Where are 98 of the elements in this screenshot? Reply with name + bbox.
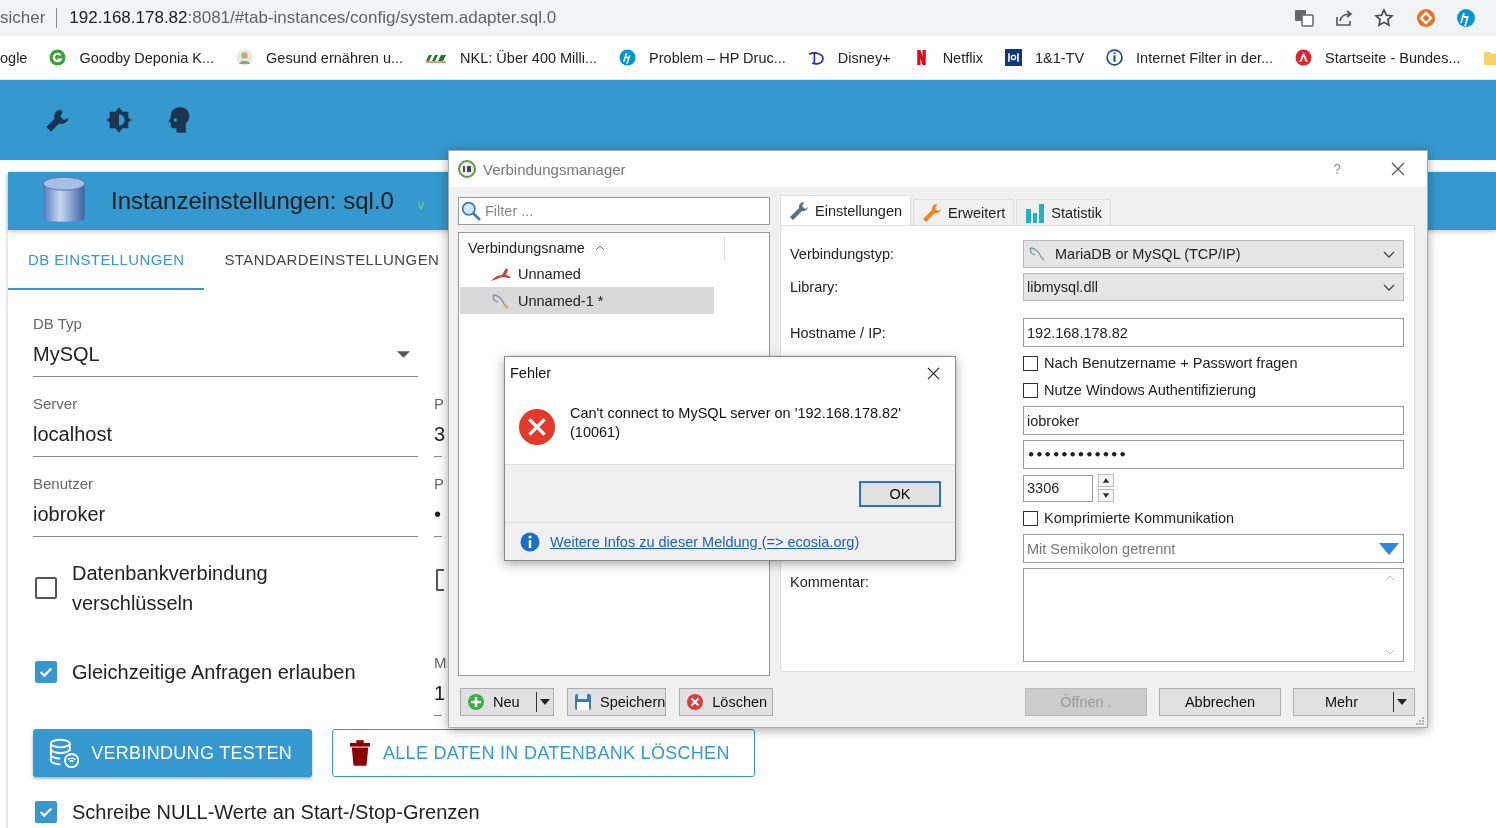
text-field[interactable]: Server localhost — [33, 395, 418, 457]
wrench-icon — [789, 200, 809, 221]
delete-icon — [686, 693, 705, 711]
dropdown[interactable]: Mit Semikolon getrennt — [1023, 534, 1404, 563]
input-field[interactable]: iobroker — [1023, 406, 1404, 435]
toolbar-button[interactable]: Löschen — [679, 688, 774, 716]
text-field[interactable]: Benutzer iobroker — [33, 475, 418, 537]
session-item[interactable]: Unnamed-1 * — [460, 287, 714, 314]
chevron-down-icon — [1383, 250, 1395, 258]
checkbox[interactable] — [1023, 510, 1038, 526]
security-label: sicher — [0, 8, 46, 28]
bookmark-icon — [1004, 49, 1022, 66]
error-message: Can't connect to MySQL server on '192.168.178.82' (10061) — [570, 403, 901, 442]
bookmark-link[interactable]: 1&1-TV — [1034, 49, 1085, 66]
error-icon — [518, 407, 556, 446]
bookmark-icon — [619, 49, 637, 66]
window-title: Verbindungsmanager — [483, 160, 626, 178]
info-icon — [520, 531, 540, 552]
search-icon — [461, 201, 481, 221]
toolbar-button[interactable]: Speichern — [567, 688, 667, 716]
trash-icon — [349, 740, 371, 766]
bookmark-icon — [236, 49, 254, 66]
toolbar-button[interactable]: Neu — [460, 688, 554, 716]
plus-icon — [467, 693, 485, 711]
bookmark-link[interactable]: Internet Filter in der... — [1136, 49, 1274, 66]
resize-grip-icon[interactable] — [1415, 716, 1425, 726]
extension-icon[interactable] — [1456, 8, 1476, 28]
bar-chart-icon — [1025, 202, 1046, 223]
bookmark-link[interactable]: Gesund ernähren u... — [266, 49, 404, 66]
bookmark-icon — [425, 52, 448, 63]
database-icon — [49, 737, 80, 769]
checkbox[interactable] — [1023, 355, 1038, 371]
dropdown[interactable]: libmysql.dll — [1023, 273, 1404, 301]
checkbox[interactable] — [35, 661, 57, 683]
field-label: Library: — [790, 279, 840, 295]
bookmark-link[interactable]: NKL: Über 400 Milli... — [460, 49, 598, 66]
spin-down-icon[interactable] — [1098, 489, 1114, 502]
checkbox-label: Komprimierte Kommunikation — [1044, 510, 1235, 526]
sort-icon — [594, 245, 605, 251]
dropdown[interactable]: MariaDB or MySQL (TCP/IP) — [1023, 240, 1404, 268]
version-label: v — [417, 196, 425, 212]
chevron-down-icon — [1383, 283, 1395, 291]
checkbox-label: Nach Benutzername + Passwort fragen — [1044, 355, 1298, 371]
text-field[interactable]: DB Typ MySQL — [33, 315, 418, 377]
bookmark-icon — [1106, 49, 1124, 66]
checkbox[interactable] — [436, 569, 444, 591]
bookmark-link[interactable]: Goodby Deponia K... — [79, 49, 215, 66]
ok-button[interactable]: OK — [859, 480, 941, 507]
translate-icon[interactable] — [1294, 8, 1314, 28]
save-icon — [574, 693, 592, 711]
bookmark-link[interactable]: Netflix — [942, 49, 983, 66]
brightness-icon[interactable] — [105, 106, 133, 134]
bookmark-icon — [49, 49, 67, 66]
dropdown-arrow-icon[interactable] — [540, 699, 550, 705]
field-label: Kommentar: — [790, 573, 870, 590]
input-field[interactable]: •••••••••••• — [1023, 440, 1404, 469]
dialog-tab[interactable]: Erweitert — [913, 199, 1015, 225]
extension-icon[interactable] — [1416, 8, 1436, 28]
dialog-tab[interactable]: Einstellungen — [780, 195, 912, 225]
wrench-icon — [922, 202, 943, 223]
checkbox[interactable] — [1023, 382, 1038, 398]
field-label: Verbindungstyp: — [790, 246, 895, 262]
dialog-button[interactable]: Abbrechen — [1159, 688, 1281, 716]
star-icon[interactable] — [1374, 8, 1394, 28]
bookmark-icon — [1295, 49, 1313, 66]
bookmark-link[interactable]: Disney+ — [837, 49, 891, 66]
text-field[interactable]: P • — [434, 475, 442, 537]
share-icon[interactable] — [1334, 8, 1354, 28]
dialog-tab[interactable]: Statistik — [1016, 199, 1112, 225]
checkbox[interactable] — [35, 801, 57, 823]
session-item[interactable]: Unnamed — [460, 260, 714, 287]
checkbox-label: Datenbankverbindung verschlüsseln — [72, 561, 269, 616]
port-field[interactable]: 3306 — [1023, 474, 1093, 502]
bookmark-link[interactable]: Startseite - Bundes... — [1325, 49, 1461, 66]
bookmark-link[interactable]: Problem – HP Druc... — [649, 49, 786, 66]
field-label: Hostname / IP: — [790, 324, 887, 341]
column-header[interactable]: Verbindungsname — [468, 240, 585, 256]
seal-icon — [490, 265, 512, 282]
dropdown-arrow-icon[interactable] — [1397, 699, 1407, 705]
checkbox-label: Gleichzeitige Anfragen erlauben — [72, 660, 357, 685]
dropdown-arrow-icon — [397, 351, 410, 358]
page-title: Instanzeinstellungen: sql.0 — [111, 187, 394, 215]
dialog-title: Fehler — [510, 365, 552, 381]
checkbox-label: Nutze Windows Authentifizierung — [1044, 382, 1256, 398]
close-icon[interactable] — [1391, 162, 1405, 176]
checkbox-label: Schreibe NULL-Werte an Start-/Stop-Grenzen — [72, 800, 480, 825]
app-logo-icon — [458, 160, 476, 178]
filter-field[interactable]: Filter ... — [458, 197, 770, 225]
settings-tab[interactable]: STANDARDEINSTELLUNGEN — [204, 230, 460, 290]
url-text[interactable]: 192.168.178.82:8081/#tab-instances/config/system.adapter.sql.0 — [69, 8, 557, 28]
bookmark-link[interactable]: ogle — [0, 49, 28, 66]
close-icon[interactable] — [927, 366, 940, 380]
input-field[interactable]: 192.168.178.82 — [1023, 318, 1404, 347]
bookmark-icon — [807, 49, 825, 66]
checkbox[interactable] — [35, 577, 57, 599]
dialog-button[interactable]: Mehr — [1293, 688, 1415, 716]
info-link[interactable]: Weitere Infos zu dieser Meldung (=> ecosia.org) — [550, 533, 860, 550]
spin-up-icon[interactable] — [1098, 474, 1114, 487]
